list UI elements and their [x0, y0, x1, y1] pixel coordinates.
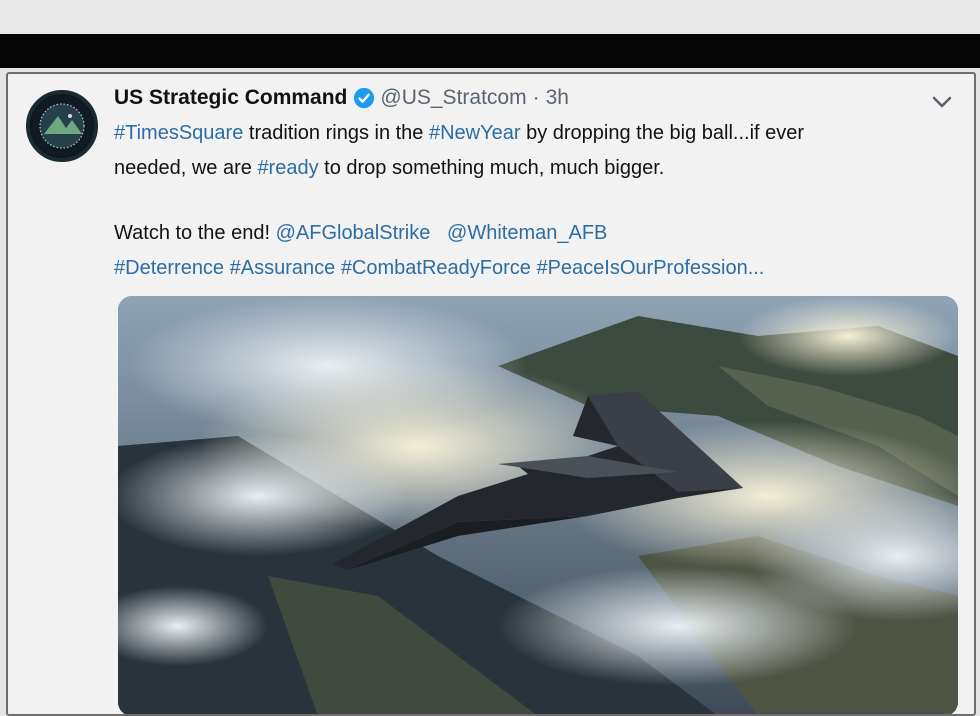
text-span: by dropping the big ball...if ever: [520, 122, 805, 144]
text-span: to drop something much, much bigger.: [318, 157, 665, 179]
black-banner: [0, 34, 980, 68]
tweet-line: Watch to the end! @AFGlobalStrike @White…: [114, 216, 964, 251]
tweet-card[interactable]: US Strategic Command @US_Stratcom · 3h #…: [6, 72, 976, 716]
bomber-photo: [118, 296, 958, 714]
hashtag-link[interactable]: #ready: [257, 157, 318, 179]
text-span: needed, we are: [114, 157, 258, 179]
tweet-line: needed, we are #ready to drop something …: [114, 151, 964, 186]
text-span: tradition rings in the: [243, 122, 429, 144]
chevron-down-icon[interactable]: [930, 92, 954, 112]
mention-link[interactable]: @AFGlobalStrike: [276, 222, 431, 244]
tweet-header: US Strategic Command @US_Stratcom · 3h: [114, 86, 569, 110]
tweet-timestamp[interactable]: 3h: [546, 86, 569, 110]
tweet-line: #Deterrence #Assurance #CombatReadyForce…: [114, 251, 964, 286]
hashtag-link[interactable]: #PeaceIsOurProfession...: [536, 257, 764, 279]
verified-badge-icon: [353, 87, 375, 109]
stratcom-seal: [32, 96, 92, 156]
separator-dot: ·: [532, 86, 540, 109]
text-span: Watch to the end!: [114, 222, 276, 244]
tweet-text: #TimesSquare tradition rings in the #New…: [114, 116, 964, 286]
hashtag-link[interactable]: #Deterrence: [114, 257, 224, 279]
hashtag-link[interactable]: #Assurance: [230, 257, 336, 279]
tweet-media[interactable]: [118, 296, 958, 714]
mention-link[interactable]: @Whiteman_AFB: [447, 222, 607, 244]
user-handle[interactable]: @US_Stratcom: [380, 86, 526, 110]
display-name[interactable]: US Strategic Command: [114, 86, 347, 110]
avatar[interactable]: [26, 90, 98, 162]
hashtag-link[interactable]: #CombatReadyForce: [341, 257, 531, 279]
hashtag-link[interactable]: #TimesSquare: [114, 122, 243, 144]
hashtag-link[interactable]: #NewYear: [429, 122, 521, 144]
top-background: [0, 0, 980, 34]
tweet-line: #TimesSquare tradition rings in the #New…: [114, 116, 964, 151]
